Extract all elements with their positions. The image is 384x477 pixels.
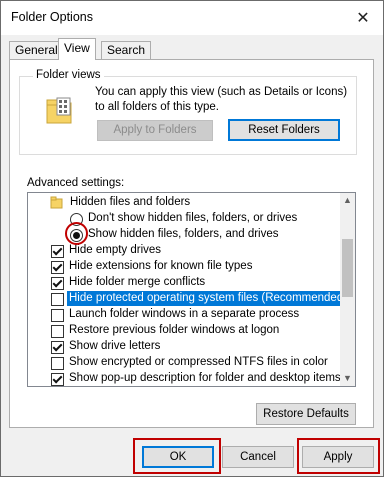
list-item-label: Show pop-up description for folder and d… xyxy=(69,372,341,384)
list-item-label: Hide folder merge conflicts xyxy=(69,276,206,288)
list-item: Hidden files and folders xyxy=(28,195,340,211)
list-item[interactable]: Hide extensions for known file types xyxy=(28,259,340,275)
highlight-circle xyxy=(65,222,88,245)
list-item-label: Show encrypted or compressed NTFS files … xyxy=(69,356,328,368)
highlight-box-apply xyxy=(297,438,380,474)
folder-views-description: You can apply this view (such as Details… xyxy=(95,86,348,113)
list-item[interactable]: Show pop-up description for folder and d… xyxy=(28,371,341,386)
title-bar: Folder Options ✕ xyxy=(1,1,383,35)
scroll-up-icon[interactable]: ▲ xyxy=(340,193,355,208)
checkbox[interactable] xyxy=(51,357,64,370)
list-item[interactable]: Hide empty drives xyxy=(28,243,340,259)
highlight-box-ok xyxy=(133,438,221,474)
list-item[interactable]: Hide folder merge conflicts xyxy=(28,275,340,291)
folder-views-icon xyxy=(44,95,74,125)
checkbox[interactable] xyxy=(51,341,64,354)
restore-defaults-button[interactable]: Restore Defaults xyxy=(256,403,356,425)
checkbox[interactable] xyxy=(51,373,64,386)
checkbox[interactable] xyxy=(51,325,64,338)
folder-views-label: Folder views xyxy=(33,69,104,81)
list-scrollbar[interactable]: ▲ ▼ xyxy=(340,193,355,386)
scroll-down-icon[interactable]: ▼ xyxy=(340,371,355,386)
list-item-label: Hidden files and folders xyxy=(70,196,191,208)
window-title: Folder Options xyxy=(11,10,93,24)
list-item[interactable]: Show drive letters xyxy=(28,339,340,355)
apply-to-folders-button[interactable]: Apply to Folders xyxy=(97,120,213,141)
checkbox[interactable] xyxy=(51,245,64,258)
list-item-label: Hide extensions for known file types xyxy=(69,260,253,272)
list-item-label: Restore previous folder windows at logon xyxy=(69,324,280,336)
list-item-label: Hide empty drives xyxy=(69,244,162,256)
checkbox[interactable] xyxy=(51,309,64,322)
list-item[interactable]: Show encrypted or compressed NTFS files … xyxy=(28,355,340,371)
list-item-label: Show hidden files, folders, and drives xyxy=(88,228,279,240)
list-item[interactable]: Launch folder windows in a separate proc… xyxy=(28,307,340,323)
checkbox[interactable] xyxy=(51,293,64,306)
list-item-label: Don't show hidden files, folders, or dri… xyxy=(88,212,298,224)
checkbox[interactable] xyxy=(51,277,64,290)
advanced-settings-label: Advanced settings: xyxy=(27,177,125,189)
close-icon[interactable]: ✕ xyxy=(343,1,383,35)
scroll-thumb[interactable] xyxy=(342,239,353,297)
tab-general[interactable]: General xyxy=(9,41,64,59)
list-item-label: Launch folder windows in a separate proc… xyxy=(69,308,300,320)
tab-view[interactable]: View xyxy=(58,38,96,60)
tab-search[interactable]: Search xyxy=(101,41,152,59)
cancel-button[interactable]: Cancel xyxy=(222,446,294,468)
folder-icon xyxy=(50,196,63,212)
list-item[interactable]: Restore previous folder windows at logon xyxy=(28,323,340,339)
list-item[interactable]: Hide protected operating system files (R… xyxy=(28,291,350,307)
checkbox[interactable] xyxy=(51,261,64,274)
reset-folders-button[interactable]: Reset Folders xyxy=(228,119,340,141)
list-item-label: Show drive letters xyxy=(69,340,161,352)
list-item-label: Hide protected operating system files (R… xyxy=(67,291,350,306)
